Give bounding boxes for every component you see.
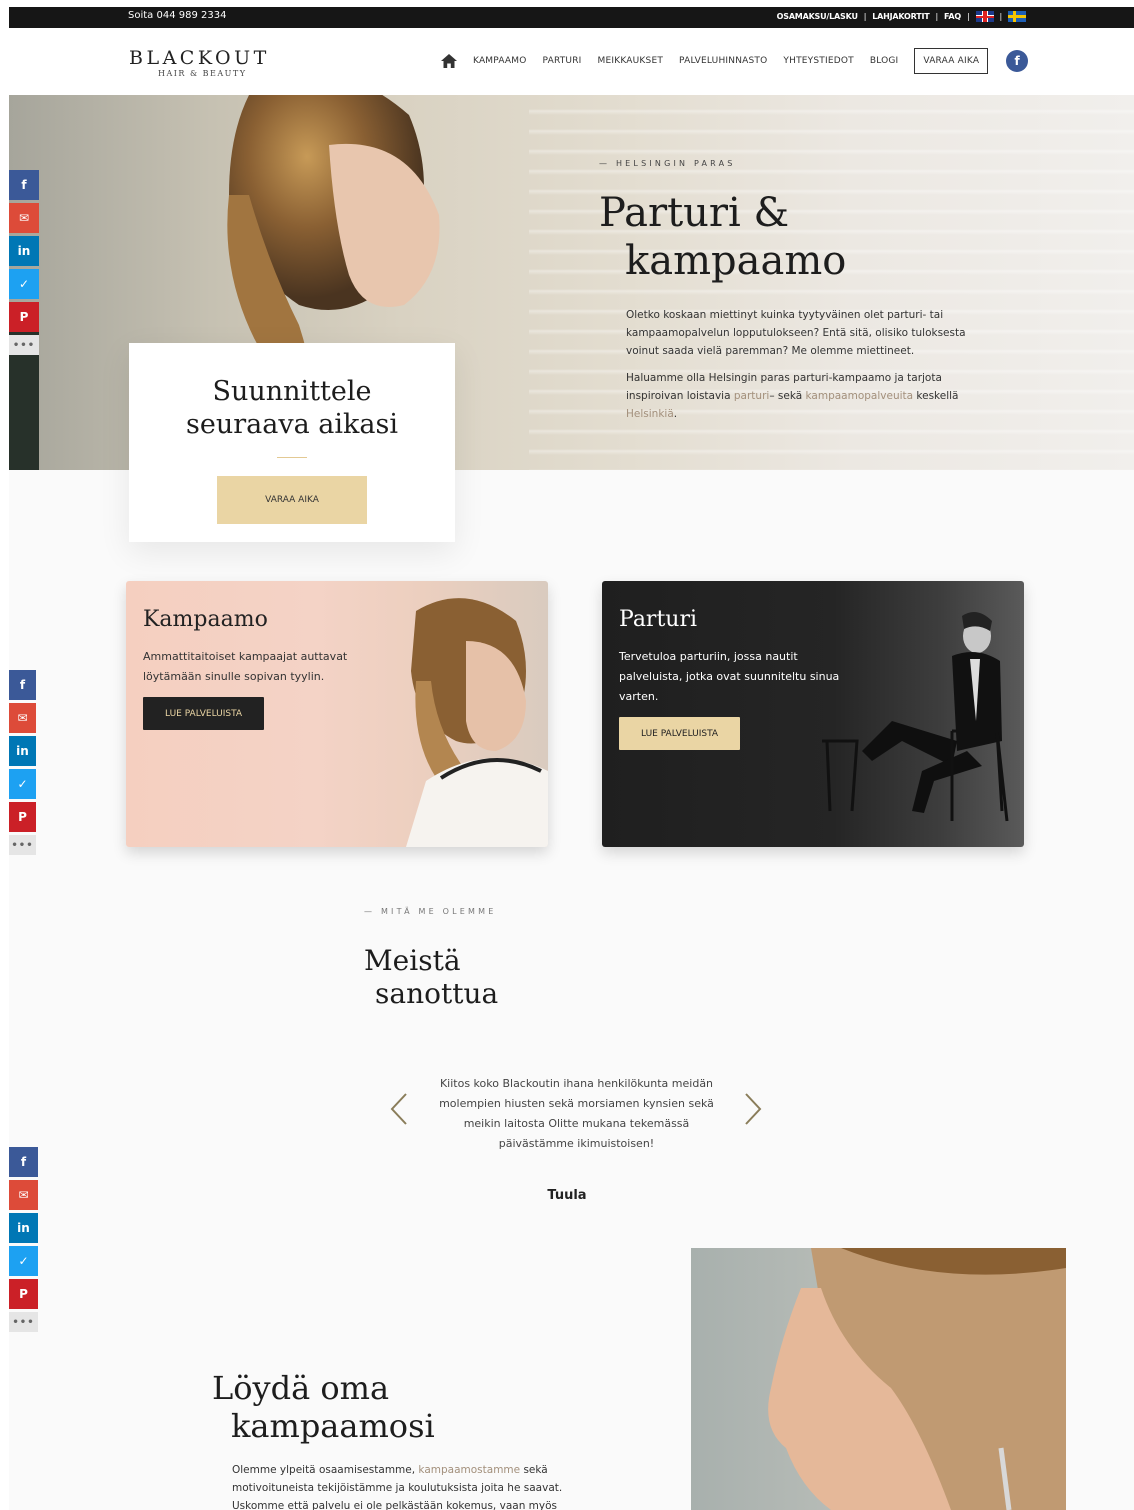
nav-item-kampaamo[interactable]: KAMPAAMO [473, 56, 527, 66]
linkedin-icon[interactable]: in [9, 736, 36, 766]
kampaamo-card[interactable]: Kampaamo Ammattitaitoiset kampaajat autt… [126, 581, 548, 847]
text: Olemme ylpeitä osaamisestamme, [232, 1464, 419, 1476]
testimonials-title-line2: sanottua [375, 977, 499, 1010]
booking-card: Suunnittele seuraava aikasi VARAA AIKA [129, 343, 455, 542]
hero-paragraph-1: Oletko koskaan miettinyt kuinka tyytyväi… [626, 309, 966, 357]
hero-paragraph-2: Haluamme olla Helsingin paras parturi-ka… [626, 369, 976, 423]
uk-flag-icon[interactable] [975, 11, 994, 22]
divider [277, 457, 307, 458]
twitter-icon[interactable]: ✓ [9, 269, 39, 299]
logo-subtitle: HAIR & BEAUTY [158, 69, 247, 78]
parturi-read-services-button[interactable]: LUE PALVELUISTA [619, 717, 741, 750]
pinterest-icon[interactable]: P [9, 802, 36, 832]
find-title-line2: kampaamosi [231, 1407, 435, 1445]
chevron-left-icon[interactable] [389, 1092, 409, 1126]
social-share-rail: f ✉ in ✓ P ••• [9, 670, 36, 858]
page: Soita 044 989 2334 OSAMAKSU/LASKU | LAHJ… [9, 7, 1134, 1510]
kampaamo-description: Ammattitaitoiset kampaajat auttavat löyt… [143, 650, 348, 683]
kampaamo-read-services-button[interactable]: LUE PALVELUISTA [143, 697, 265, 730]
nav-item-palveluhinnasto[interactable]: PALVELUHINNASTO [679, 56, 767, 66]
phone-link[interactable]: Soita 044 989 2334 [128, 10, 226, 21]
top-link-osamaksu[interactable]: OSAMAKSU/LASKU [777, 12, 858, 21]
find-title: Löydä oma kampaamosi [212, 1369, 435, 1445]
hero-title-line2: kampaamo [625, 238, 847, 284]
facebook-icon[interactable]: f [9, 670, 36, 700]
link-kampaamostamme[interactable]: kampaamostamme [418, 1464, 520, 1476]
nav-item-yhteystiedot[interactable]: YHTEYSTIEDOT [783, 56, 853, 66]
text: – sekä [769, 390, 806, 402]
testimonials-title: Meistä sanottua [364, 944, 498, 1010]
nav-book-button[interactable]: VARAA AIKA [914, 48, 989, 74]
chevron-right-icon[interactable] [743, 1092, 763, 1126]
separator: | [935, 12, 939, 21]
link-kampaamopalvelut[interactable]: kampaamopalveuita [806, 390, 914, 402]
link-helsinki[interactable]: Helsinkiä [626, 408, 674, 420]
parturi-title: Parturi [619, 607, 698, 632]
top-link-faq[interactable]: FAQ [944, 12, 961, 21]
testimonials-title-line1: Meistä [364, 944, 461, 977]
linkedin-icon[interactable]: in [9, 236, 39, 266]
nav-item-blogi[interactable]: BLOGI [870, 56, 899, 66]
testimonial-author: Tuula [547, 1188, 587, 1203]
email-icon[interactable]: ✉ [9, 203, 39, 233]
kampaamo-image [406, 598, 548, 847]
main-nav: KAMPAAMO PARTURI MEIKKAUKSET PALVELUHINN… [441, 48, 1029, 74]
book-appointment-button[interactable]: VARAA AIKA [217, 476, 367, 524]
nav-item-meikkaukset[interactable]: MEIKKAUKSET [598, 56, 664, 66]
top-links: OSAMAKSU/LASKU | LAHJAKORTIT | FAQ | | [777, 11, 1026, 22]
testimonials-eyebrow: — MITÄ ME OLEMME [364, 907, 497, 916]
parturi-card[interactable]: Parturi Tervetuloa parturiin, jossa naut… [602, 581, 1024, 847]
twitter-icon[interactable]: ✓ [9, 769, 36, 799]
nav-item-parturi[interactable]: PARTURI [543, 56, 582, 66]
link-parturi[interactable]: parturi [734, 390, 769, 402]
kampaamo-title: Kampaamo [143, 607, 268, 632]
home-icon[interactable] [441, 54, 457, 68]
social-share-rail: f ✉ in ✓ P ••• [9, 170, 39, 358]
top-bar: Soita 044 989 2334 OSAMAKSU/LASKU | LAHJ… [9, 7, 1134, 28]
text: . [673, 408, 678, 420]
pinterest-icon[interactable]: P [9, 302, 39, 332]
more-icon[interactable]: ••• [9, 335, 39, 355]
woman-profile-image [768, 1248, 1066, 1510]
booking-title-line1: Suunnittele [212, 376, 372, 407]
booking-title: Suunnittele seuraava aikasi [129, 375, 455, 441]
text: keskellä [913, 390, 959, 402]
top-link-lahjakortit[interactable]: LAHJAKORTIT [872, 12, 929, 21]
social-share-rail: f ✉ in ✓ P ••• [9, 1147, 38, 1335]
parturi-image [822, 612, 1009, 822]
find-image [691, 1248, 1066, 1510]
hero-title-line1: Parturi & [599, 190, 790, 236]
linkedin-icon[interactable]: in [9, 1213, 38, 1243]
testimonial-quote: Kiitos koko Blackoutin ihana henkilökunt… [439, 1077, 714, 1150]
hero-eyebrow: — HELSINGIN PARAS [599, 159, 736, 168]
more-icon[interactable]: ••• [9, 835, 36, 855]
separator: | [999, 12, 1003, 21]
parturi-description: Tervetuloa parturiin, jossa nautit palve… [619, 650, 840, 703]
separator: | [863, 12, 867, 21]
facebook-icon[interactable]: f [9, 1147, 38, 1177]
logo[interactable]: BLACKOUT [129, 47, 270, 69]
facebook-icon[interactable]: f [1006, 50, 1029, 72]
header: BLACKOUT HAIR & BEAUTY KAMPAAMO PARTURI … [9, 28, 1134, 95]
sweden-flag-icon[interactable] [1008, 11, 1026, 22]
hero-title: Parturi & kampaamo [599, 189, 846, 285]
booking-title-line2: seuraava aikasi [186, 409, 398, 440]
separator: | [967, 12, 970, 21]
find-title-line1: Löydä oma [212, 1369, 390, 1407]
email-icon[interactable]: ✉ [9, 703, 36, 733]
facebook-icon[interactable]: f [9, 170, 39, 200]
find-paragraph: Olemme ylpeitä osaamisestamme, kampaamos… [232, 1461, 572, 1510]
pinterest-icon[interactable]: P [9, 1279, 38, 1309]
more-icon[interactable]: ••• [9, 1312, 38, 1332]
twitter-icon[interactable]: ✓ [9, 1246, 38, 1276]
